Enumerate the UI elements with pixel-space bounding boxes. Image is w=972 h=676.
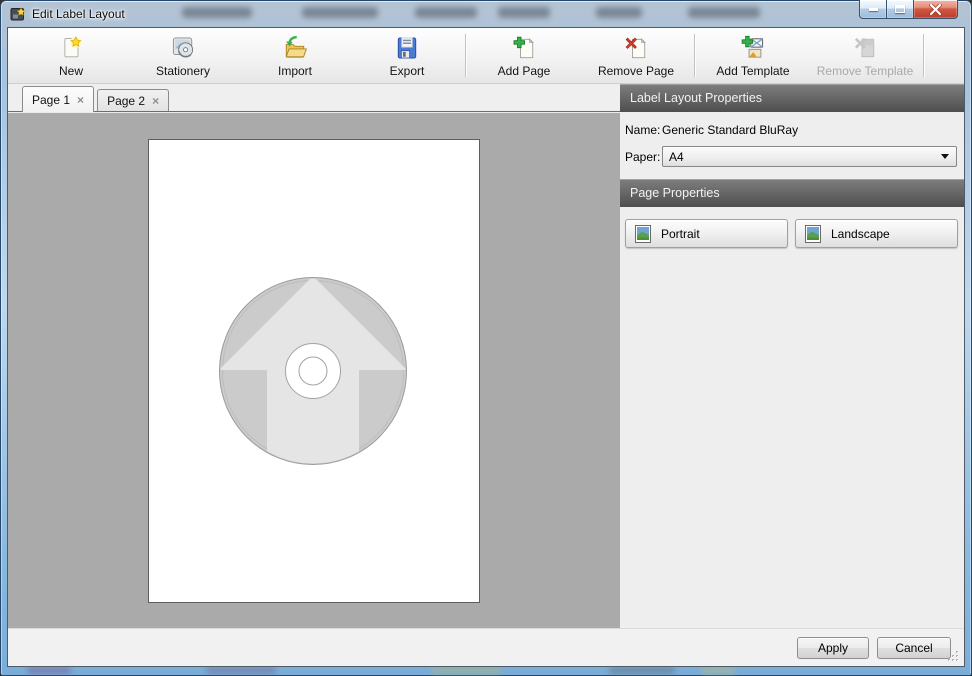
toolbar-separator (465, 34, 466, 77)
main-area: Page 1 × Page 2 × (8, 84, 964, 628)
background-window-blur (182, 7, 252, 18)
background-window-blur (596, 7, 642, 18)
stationery-disc-icon (169, 34, 197, 62)
tab-label: Page 1 (32, 93, 70, 107)
window-title: Edit Label Layout (32, 7, 125, 21)
remove-page-icon (622, 34, 650, 62)
tab-label: Page 2 (107, 94, 145, 108)
chevron-down-icon (941, 154, 949, 159)
cancel-button[interactable]: Cancel (877, 637, 951, 659)
app-icon (10, 6, 26, 22)
name-row: Name: Generic Standard BluRay (625, 123, 957, 137)
background-window-blur (302, 7, 378, 18)
apply-label: Apply (818, 641, 848, 655)
remove-page-button[interactable]: Remove Page (580, 28, 692, 83)
caption-buttons (859, 0, 958, 19)
edit-label-layout-dialog: New Stationery Import Export Add Page Re… (8, 28, 964, 666)
paper-label: Paper: (625, 150, 662, 164)
minimize-icon (869, 8, 878, 11)
editor-pane: Page 1 × Page 2 × (8, 84, 620, 628)
tab-page-2[interactable]: Page 2 × (97, 89, 169, 111)
toolbar: New Stationery Import Export Add Page Re… (8, 28, 964, 84)
maximize-icon (895, 5, 905, 13)
new-button[interactable]: New (15, 28, 127, 83)
disc-label-outline (149, 140, 479, 602)
toolbar-label: New (59, 64, 83, 78)
orient-label: Landscape (831, 227, 890, 241)
toolbar-separator (923, 34, 924, 77)
frame-color-smudge (206, 667, 276, 674)
add-template-button[interactable]: Add Template (697, 28, 809, 83)
toolbar-label: Remove Template (817, 64, 914, 78)
paper-row: Paper: A4 (625, 146, 957, 167)
orientation-buttons: Portrait Landscape (620, 207, 964, 248)
resize-grip[interactable] (946, 649, 960, 663)
new-document-icon (57, 34, 85, 62)
remove-template-icon (851, 34, 879, 62)
portrait-image-icon (633, 224, 653, 244)
paper-select[interactable]: A4 (662, 146, 957, 167)
landscape-button[interactable]: Landscape (795, 219, 958, 248)
toolbar-label: Add Template (716, 64, 789, 78)
toolbar-label: Export (390, 64, 425, 78)
frame-color-smudge (27, 667, 71, 674)
portrait-button[interactable]: Portrait (625, 219, 788, 248)
background-window-blur (688, 7, 760, 18)
export-floppy-icon (393, 34, 421, 62)
export-button[interactable]: Export (351, 28, 463, 83)
section-title: Label Layout Properties (630, 91, 762, 105)
frame-color-smudge (701, 667, 735, 674)
properties-panel: Label Layout Properties Name: Generic St… (620, 84, 964, 628)
background-window-blur (498, 7, 550, 18)
frame-color-smudge (431, 667, 501, 674)
add-page-icon (510, 34, 538, 62)
toolbar-separator (694, 34, 695, 77)
close-button[interactable] (913, 0, 958, 19)
landscape-image-icon (803, 224, 823, 244)
toolbar-label: Remove Page (598, 64, 674, 78)
toolbar-label: Import (278, 64, 312, 78)
name-value: Generic Standard BluRay (662, 123, 798, 137)
label-layout-properties-header: Label Layout Properties (620, 84, 964, 112)
add-page-button[interactable]: Add Page (468, 28, 580, 83)
stationery-button[interactable]: Stationery (127, 28, 239, 83)
footer: Apply Cancel (8, 628, 964, 666)
tab-close-icon[interactable]: × (152, 95, 159, 107)
titlebar[interactable]: Edit Label Layout (0, 0, 972, 28)
orient-label: Portrait (661, 227, 700, 241)
import-folder-icon (281, 34, 309, 62)
background-window-blur (415, 7, 477, 18)
import-button[interactable]: Import (239, 28, 351, 83)
add-template-icon (739, 34, 767, 62)
toolbar-label: Stationery (156, 64, 210, 78)
paper-selected-value: A4 (669, 150, 684, 164)
maximize-button[interactable] (886, 0, 913, 19)
page-properties-header: Page Properties (620, 179, 964, 207)
apply-button[interactable]: Apply (797, 637, 869, 659)
section-title: Page Properties (630, 186, 720, 200)
cancel-label: Cancel (895, 641, 932, 655)
label-layout-fields: Name: Generic Standard BluRay Paper: A4 (620, 112, 964, 179)
remove-template-button[interactable]: Remove Template (809, 28, 921, 83)
label-page-preview[interactable] (148, 139, 480, 603)
close-icon (929, 4, 942, 15)
page-tabbar: Page 1 × Page 2 × (8, 84, 620, 112)
layout-canvas[interactable] (8, 112, 620, 628)
toolbar-label: Add Page (498, 64, 551, 78)
tab-page-1[interactable]: Page 1 × (22, 86, 94, 112)
minimize-button[interactable] (859, 0, 886, 19)
frame-color-smudge (609, 667, 675, 674)
name-label: Name: (625, 123, 662, 137)
tab-close-icon[interactable]: × (77, 94, 84, 106)
